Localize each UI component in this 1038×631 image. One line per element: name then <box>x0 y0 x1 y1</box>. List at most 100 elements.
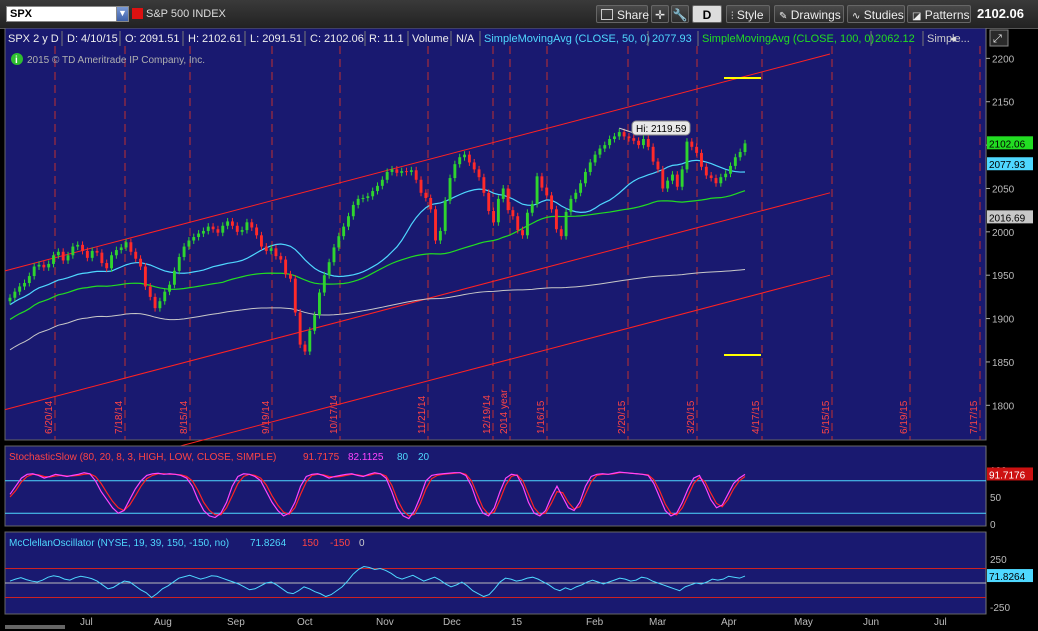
candle-down <box>695 146 699 153</box>
candle-up <box>579 183 583 193</box>
month-label: Jun <box>863 617 879 628</box>
stochastic-over-bought: 80 <box>397 452 409 463</box>
candle-down <box>298 312 302 345</box>
candle-up <box>458 157 462 165</box>
crosshair-button[interactable]: ✛ <box>651 5 669 23</box>
drawings-button[interactable]: ✎ Drawings <box>774 5 844 23</box>
candle-down <box>255 227 259 236</box>
price-tick-label: 1900 <box>992 315 1015 326</box>
candle-down <box>105 263 109 269</box>
candle-down <box>230 221 234 226</box>
candle-down <box>143 266 147 287</box>
candle-up <box>23 283 26 287</box>
patterns-button[interactable]: ◪ Patterns <box>907 5 971 23</box>
candle-up <box>221 225 225 233</box>
candle-up <box>47 263 51 268</box>
symbol-color-marker <box>132 8 143 19</box>
month-label: Jul <box>80 617 93 628</box>
candle-down <box>259 235 263 247</box>
collapse-icon[interactable]: ◂ <box>950 33 956 45</box>
candle-up <box>347 216 350 227</box>
candle-up <box>535 176 539 205</box>
candle-up <box>443 200 447 231</box>
candle-down <box>690 141 694 147</box>
candle-up <box>356 198 360 205</box>
candle-up <box>574 192 578 199</box>
candle-up <box>371 191 375 197</box>
price-tick-label: 2000 <box>992 228 1015 239</box>
date-label: 2014 year <box>499 389 510 434</box>
info-more: Simple... <box>927 33 970 45</box>
wrench-button[interactable]: 🔧 <box>671 5 689 23</box>
month-label: Jul <box>934 617 947 628</box>
share-button[interactable]: Share <box>596 5 649 23</box>
candle-down <box>134 251 138 259</box>
info-volume-value: N/A <box>456 33 475 45</box>
expand-button[interactable]: ⤢ <box>989 29 1009 47</box>
stochastic-last-label: 91.7176 <box>989 470 1026 481</box>
candle-down <box>85 250 89 258</box>
horizontal-scrollbar[interactable] <box>5 625 65 629</box>
candle-up <box>685 141 689 170</box>
sma100-value: 2062.12 <box>875 33 915 45</box>
studies-button[interactable]: ∿ Studies <box>847 5 905 23</box>
candle-down <box>675 174 679 187</box>
candle-up <box>318 292 321 316</box>
candle-down <box>656 161 660 170</box>
candle-up <box>743 143 747 153</box>
candle-down <box>709 175 713 179</box>
sma100-label: SimpleMovingAvg (CLOSE, 100, 0) <box>702 33 874 45</box>
date-label: 1/16/15 <box>536 400 547 434</box>
style-button[interactable]: ⫶ Style <box>726 5 770 23</box>
mcclellan-zero-level: 0 <box>359 538 365 549</box>
candle-up <box>438 230 442 241</box>
period-button[interactable]: D <box>692 5 722 23</box>
date-label: 6/19/15 <box>899 400 910 434</box>
month-label: Sep <box>227 617 245 628</box>
candle-down <box>550 195 554 210</box>
date-label: 2/20/15 <box>617 400 628 434</box>
month-label: Feb <box>586 617 604 628</box>
chart-area[interactable]: 6/20/14 7/18/14 8/15/14 9/19/14 10/17/14 11/2… <box>0 28 1038 631</box>
candle-down <box>477 169 481 178</box>
candle-up <box>76 244 80 247</box>
symbol-dropdown-button[interactable]: ▼ <box>116 6 129 22</box>
chart-toolbar: SPX ▼ S&P 500 INDEX Share ✛ 🔧 D ⫶ Style … <box>0 0 1038 29</box>
candle-up <box>327 262 331 276</box>
symbol-text: SPX <box>10 8 33 20</box>
candle-down <box>235 225 239 232</box>
candle-up <box>603 145 607 149</box>
candle-down <box>545 187 549 196</box>
candle-up <box>201 230 205 234</box>
period-label: D <box>702 8 712 22</box>
symbol-input[interactable]: SPX <box>6 6 120 22</box>
month-label: Oct <box>297 617 313 628</box>
price-tags: 2102.06 2077.93 2016.69 <box>987 136 1033 224</box>
sma50-label: SimpleMovingAvg (CLOSE, 50, 0) <box>484 33 650 45</box>
candle-down <box>129 242 133 252</box>
price-tick-label: 2150 <box>992 98 1015 109</box>
candle-up <box>163 291 167 302</box>
month-label: Dec <box>443 617 461 628</box>
candle-up <box>66 255 70 261</box>
mcclellan-lower-level: -150 <box>330 538 350 549</box>
candle-down <box>472 162 476 170</box>
candle-up <box>724 173 728 178</box>
candle-down <box>714 178 718 184</box>
info-low: L: 2091.51 <box>250 33 302 45</box>
drawings-label: Drawings <box>790 8 841 22</box>
candle-up <box>32 266 36 277</box>
candle-up <box>71 246 75 256</box>
month-label: Apr <box>721 617 737 628</box>
candle-up <box>409 170 413 172</box>
candle-down <box>700 152 703 167</box>
candle-up <box>206 226 210 231</box>
candle-up <box>564 211 568 237</box>
candle-up <box>376 185 379 192</box>
candle-down <box>303 344 307 352</box>
info-close: C: 2102.06 <box>310 33 364 45</box>
studies-icon: ∿ <box>852 11 861 22</box>
candle-down <box>627 136 631 139</box>
candle-down <box>429 198 433 210</box>
stochastic-tick-label: 0 <box>990 520 996 531</box>
